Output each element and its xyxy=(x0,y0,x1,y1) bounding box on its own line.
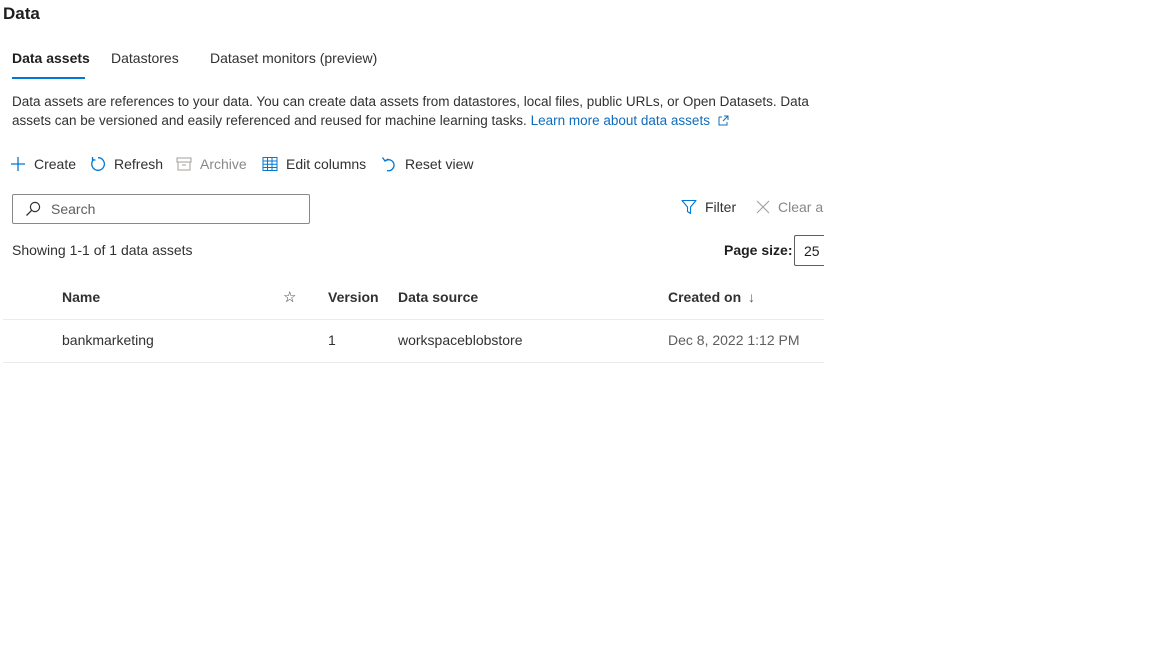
search-icon xyxy=(26,201,41,216)
sort-descending-icon: ↓ xyxy=(748,289,756,305)
refresh-button-label: Refresh xyxy=(114,156,164,172)
reset-view-button-label: Reset view xyxy=(405,156,474,172)
tab-datastores[interactable]: Datastores xyxy=(111,50,179,66)
edit-columns-button[interactable]: Edit columns xyxy=(262,153,366,175)
reset-view-button[interactable]: Reset view xyxy=(381,153,473,175)
page-title: Data xyxy=(3,4,40,23)
archive-icon xyxy=(176,157,192,171)
row-data-source-link[interactable]: workspaceblobstore xyxy=(398,332,523,348)
panel-clip xyxy=(824,180,864,280)
page-description: Data assets are references to your data.… xyxy=(12,92,822,130)
plus-icon xyxy=(11,157,25,171)
row-divider xyxy=(3,362,824,363)
refresh-icon xyxy=(91,157,106,171)
table-columns-icon xyxy=(262,157,278,171)
archive-button[interactable]: Archive xyxy=(176,153,247,175)
page-size-label: Page size: xyxy=(724,242,793,258)
column-header-created-on[interactable]: Created on ↓ xyxy=(668,289,755,305)
create-button-label: Create xyxy=(34,156,77,172)
search-box xyxy=(12,194,310,224)
learn-more-link-label: Learn more about data assets xyxy=(530,113,710,128)
archive-button-label: Archive xyxy=(200,156,247,172)
filter-button-label: Filter xyxy=(705,199,737,215)
favorite-star-icon[interactable]: ☆ xyxy=(283,288,296,306)
tab-dataset-monitors[interactable]: Dataset monitors (preview) xyxy=(210,50,377,66)
column-header-name[interactable]: Name xyxy=(62,289,100,305)
learn-more-link[interactable]: Learn more about data assets xyxy=(531,113,729,128)
row-version: 1 xyxy=(328,332,336,348)
active-tab-indicator xyxy=(12,77,85,79)
clear-all-button[interactable]: Clear all xyxy=(756,199,824,215)
column-header-data-source[interactable]: Data source xyxy=(398,289,478,305)
edit-columns-button-label: Edit columns xyxy=(286,156,367,172)
row-created-on: Dec 8, 2022 1:12 PM xyxy=(668,332,800,348)
filter-icon xyxy=(681,199,697,215)
column-header-created-on-label: Created on xyxy=(668,289,742,305)
header-divider xyxy=(3,319,824,320)
close-icon xyxy=(756,200,770,214)
column-header-version[interactable]: Version xyxy=(328,289,379,305)
refresh-button[interactable]: Refresh xyxy=(90,153,163,175)
create-button[interactable]: Create xyxy=(10,153,76,175)
results-count: Showing 1-1 of 1 data assets xyxy=(12,242,193,258)
external-link-icon xyxy=(718,115,729,126)
undo-icon xyxy=(381,157,395,172)
tab-data-assets[interactable]: Data assets xyxy=(12,50,90,66)
filter-button[interactable]: Filter xyxy=(681,199,736,215)
search-input[interactable] xyxy=(49,200,293,218)
row-name-link[interactable]: bankmarketing xyxy=(62,332,154,348)
clear-all-button-label: Clear all xyxy=(778,199,824,215)
